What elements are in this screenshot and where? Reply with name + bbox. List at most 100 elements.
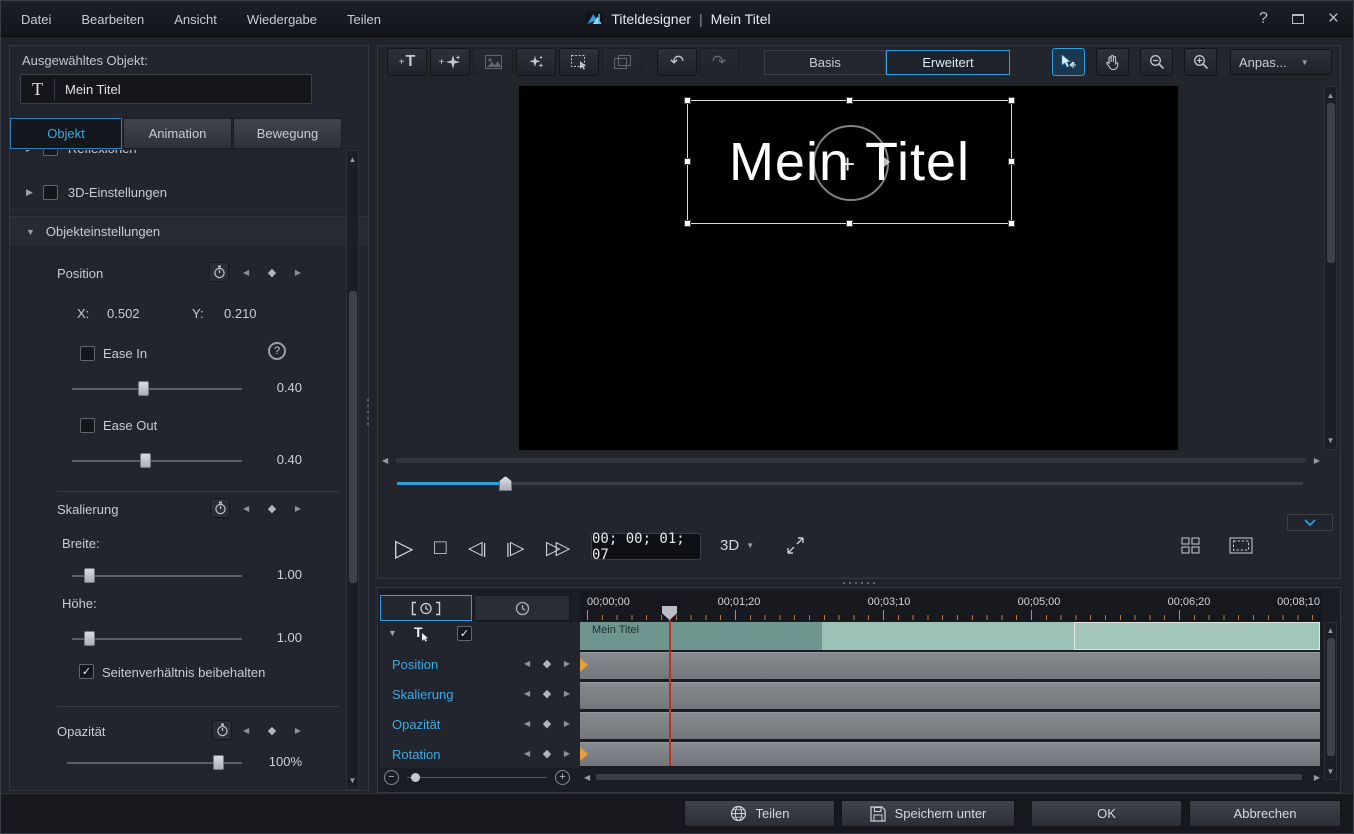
resize-handle-ne[interactable] [1008,97,1015,104]
zoom-in-button[interactable] [1184,48,1217,76]
preview-hscrollbar[interactable]: ◀ ▶ [382,454,1334,467]
scroll-up-icon[interactable]: ▲ [1325,626,1336,635]
timeline-ruler[interactable]: 00;00;00 00;01;20 00;03;10 00;05;00 00;0… [580,592,1322,621]
prev-keyframe-icon[interactable]: ◀ [243,726,249,735]
settings-3d-checkbox[interactable] [43,185,58,200]
next-keyframe-icon[interactable]: ▶ [295,504,301,513]
scroll-right-icon[interactable]: ▶ [1314,456,1320,465]
row-label-rotation[interactable]: Rotation [392,747,440,762]
scroll-up-icon[interactable]: ▲ [1325,91,1336,100]
resize-handle-e[interactable] [1008,158,1015,165]
clip-segment-end[interactable] [1074,622,1320,650]
stop-button[interactable]: □ [434,536,447,560]
select-move-tool-button[interactable] [1052,48,1085,76]
panel-scrollbar[interactable]: ▲ ▼ [346,150,359,790]
grid-toggle-button[interactable] [1181,537,1201,554]
section-3d-row[interactable]: ▶ 3D-Einstellungen [10,176,344,210]
close-button[interactable]: × [1328,8,1339,30]
panel-resize-handle[interactable] [367,399,369,425]
slider-handle[interactable] [138,381,149,396]
row-label-position[interactable]: Position [392,657,438,672]
skalierung-keyframe-track[interactable] [580,682,1320,709]
row-label-skalierung[interactable]: Skalierung [392,687,453,702]
next-keyframe-icon[interactable]: ▶ [564,689,570,698]
next-keyframe-icon[interactable]: ▶ [295,726,301,735]
next-keyframe-icon[interactable]: ▶ [564,659,570,668]
resize-handle-sw[interactable] [684,220,691,227]
opacity-keyframe-stopwatch[interactable] [212,720,232,740]
play-button[interactable]: ▷ [395,534,413,563]
resize-handle-nw[interactable] [684,97,691,104]
timeline-resize-handle[interactable] [843,582,875,584]
scroll-down-icon[interactable]: ▼ [1325,436,1336,445]
prev-keyframe-icon[interactable]: ◀ [524,659,530,668]
next-keyframe-icon[interactable]: ▶ [564,719,570,728]
slider-handle[interactable] [140,453,151,468]
next-keyframe-icon[interactable]: ▶ [564,749,570,758]
expander-icon[interactable]: ▶ [26,187,33,198]
object-name-input[interactable] [55,82,311,97]
cancel-button[interactable]: Abbrechen [1189,800,1341,827]
scrollbar-thumb[interactable] [396,458,1306,463]
title-clip[interactable]: Mein Titel [580,622,1320,650]
section-reflection-row[interactable]: ▶ Reflexionen [10,150,344,162]
insert-particle-button[interactable] [516,48,556,76]
position-keyframe-stopwatch[interactable] [209,262,229,282]
reflection-checkbox[interactable] [43,150,58,156]
scroll-up-icon[interactable]: ▲ [347,155,358,164]
slider-handle[interactable] [84,568,95,583]
expander-icon[interactable]: ▶ [26,150,33,154]
prev-keyframe-icon[interactable]: ◀ [243,268,249,277]
menu-ansicht[interactable]: Ansicht [174,12,217,27]
timeline-zoom-slider[interactable] [407,770,547,785]
tab-clock-mode[interactable] [474,595,570,621]
mask-tool-button[interactable] [602,48,642,76]
save-as-button[interactable]: Speichern unter [841,800,1015,827]
position-y-value[interactable]: 0.210 [224,306,257,321]
section-object-settings-header[interactable]: ▼ Objekteinstellungen [10,216,368,247]
menu-datei[interactable]: Datei [21,12,51,27]
zoom-fit-dropdown[interactable]: Anpas... ▼ [1230,49,1332,75]
prev-keyframe-icon[interactable]: ◀ [243,504,249,513]
slider-handle[interactable] [213,755,224,770]
mode-erweitert-button[interactable]: Erweitert [886,50,1010,75]
resize-handle-s[interactable] [846,220,853,227]
hand-tool-button[interactable] [1096,48,1129,76]
rotation-keyframe-track[interactable] [580,742,1320,766]
preview-vscrollbar[interactable]: ▲ ▼ [1324,86,1337,450]
zoom-out-icon[interactable]: − [384,770,399,785]
prev-keyframe-icon[interactable]: ◀ [524,719,530,728]
title-selection-box[interactable]: Mein Titel + [687,100,1012,224]
preview-canvas[interactable]: Mein Titel + [519,86,1178,450]
menu-bearbeiten[interactable]: Bearbeiten [81,12,144,27]
add-keyframe-icon[interactable]: ◆ [543,657,551,670]
position-x-value[interactable]: 0.502 [107,306,140,321]
scroll-right-icon[interactable]: ▶ [1314,773,1320,782]
ease-in-checkbox[interactable] [80,346,95,361]
scroll-left-icon[interactable]: ◀ [382,456,388,465]
seek-handle[interactable] [499,476,512,491]
aspect-ratio-checkbox[interactable]: ✓ [79,664,94,679]
zoom-in-icon[interactable]: + [555,770,570,785]
boundary-tool-button[interactable] [559,48,599,76]
seek-track[interactable] [397,482,1303,485]
opazitaet-keyframe-track[interactable] [580,712,1320,739]
prev-keyframe-icon[interactable]: ◀ [524,689,530,698]
timecode-display[interactable]: 00; 00; 01; 07 [591,533,701,560]
timeline-hscrollbar[interactable]: ◀ ▶ [582,770,1322,784]
add-keyframe-icon[interactable]: ◆ [543,717,551,730]
timeline-vscrollbar[interactable]: ▲ ▼ [1324,622,1337,780]
maximize-button[interactable] [1292,14,1304,24]
fullscreen-button[interactable] [786,536,805,555]
scrollbar-thumb[interactable] [349,291,357,583]
scrollbar-thumb[interactable] [1327,103,1335,263]
ease-out-checkbox[interactable] [80,418,95,433]
share-button[interactable]: Teilen [684,800,835,827]
slider-handle[interactable] [411,773,420,782]
slider-handle[interactable] [84,631,95,646]
resize-handle-n[interactable] [846,97,853,104]
menu-teilen[interactable]: Teilen [347,12,381,27]
add-keyframe-icon[interactable]: ◆ [543,747,551,760]
tab-bewegung[interactable]: Bewegung [233,118,342,149]
scroll-down-icon[interactable]: ▼ [347,776,358,785]
